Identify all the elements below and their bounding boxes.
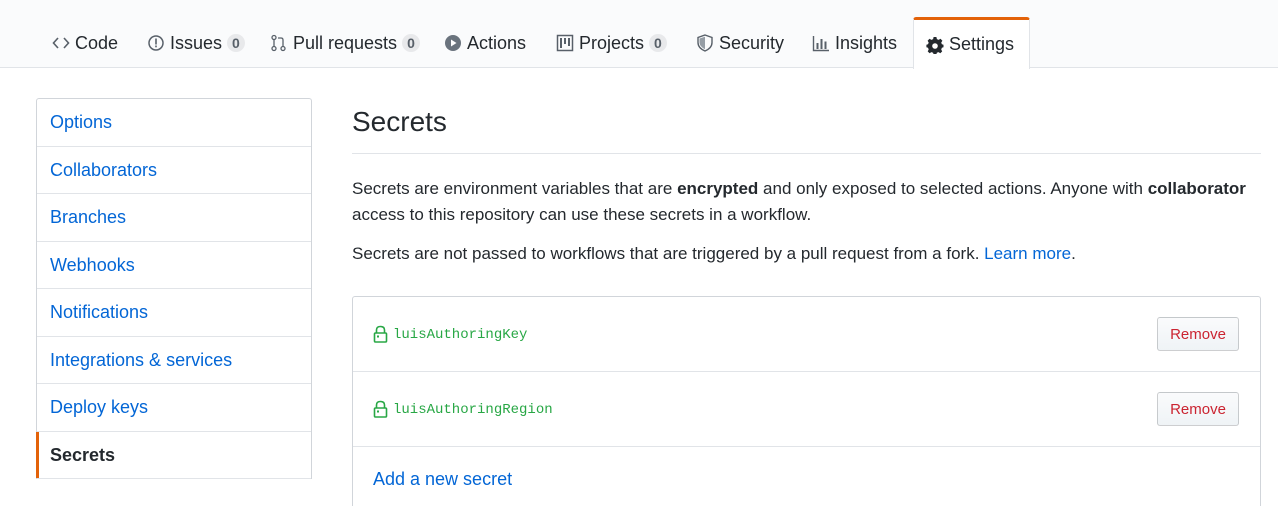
tab-insights[interactable]: Insights <box>800 18 911 68</box>
sidebar-item-notifications[interactable]: Notifications <box>37 289 311 337</box>
tab-label: Issues <box>170 32 223 53</box>
tab-pull-requests[interactable]: Pull requests 0 <box>258 18 434 68</box>
lock-icon <box>373 400 388 418</box>
graph-icon <box>812 34 830 52</box>
secret-row: luisAuthoringKey Remove <box>353 297 1260 372</box>
tab-label: Security <box>719 32 785 53</box>
remove-secret-button[interactable]: Remove <box>1157 317 1239 351</box>
fork-note-period: . <box>1071 244 1076 263</box>
secrets-description: Secrets are environment variables that a… <box>352 176 1264 228</box>
tab-issues[interactable]: Issues 0 <box>135 18 259 68</box>
sidebar-item-deploy-keys[interactable]: Deploy keys <box>37 384 311 432</box>
gear-icon <box>926 36 944 54</box>
secret-name: luisAuthoringKey <box>393 327 528 343</box>
pull-request-icon <box>270 34 288 52</box>
projects-counter: 0 <box>649 34 667 52</box>
page-title: Secrets <box>352 98 1261 154</box>
shield-icon <box>696 34 714 52</box>
lock-icon <box>373 325 388 343</box>
sidebar-item-branches[interactable]: Branches <box>37 194 311 242</box>
code-icon <box>52 34 70 52</box>
sidebar-item-secrets[interactable]: Secrets <box>36 431 311 479</box>
secrets-panel: Secrets Secrets are environment variable… <box>352 98 1264 506</box>
secrets-list: luisAuthoringKey Remove luisAuthoringReg… <box>352 296 1261 506</box>
remove-secret-button[interactable]: Remove <box>1157 392 1239 426</box>
description-text: access to this repository can use these … <box>352 205 812 224</box>
sidebar-item-options[interactable]: Options <box>37 99 311 147</box>
fork-note-text: Secrets are not passed to workflows that… <box>352 244 985 263</box>
sidebar-item-integrations[interactable]: Integrations & services <box>37 337 311 384</box>
description-text: Secrets are environment variables that a… <box>352 179 678 198</box>
settings-sidebar: Options Collaborators Branches Webhooks … <box>36 98 312 479</box>
tab-label: Insights <box>835 32 898 53</box>
tab-actions[interactable]: Actions <box>432 18 540 68</box>
tab-label: Actions <box>467 32 527 53</box>
description-bold-encrypted: encrypted <box>677 179 759 198</box>
secret-row: luisAuthoringRegion Remove <box>353 372 1260 447</box>
sidebar-item-collaborators[interactable]: Collaborators <box>37 147 311 194</box>
secret-name: luisAuthoringRegion <box>393 402 553 418</box>
play-icon <box>444 34 462 52</box>
tab-label: Pull requests <box>293 32 398 53</box>
tab-settings[interactable]: Settings <box>913 17 1030 69</box>
pull-requests-counter: 0 <box>402 34 420 52</box>
fork-note: Secrets are not passed to workflows that… <box>352 241 1261 267</box>
project-icon <box>556 34 574 52</box>
tab-security[interactable]: Security <box>684 18 798 68</box>
tab-projects[interactable]: Projects 0 <box>544 18 681 68</box>
description-bold-collaborator: collaborator <box>1147 179 1246 198</box>
tab-label: Code <box>75 32 119 53</box>
tab-label: Projects <box>579 32 645 53</box>
repo-nav: Code Issues 0 Pull requests 0 Actions Pr… <box>0 0 1278 69</box>
issue-icon <box>147 34 165 52</box>
add-secret-link[interactable]: Add a new secret <box>373 469 512 490</box>
learn-more-link[interactable]: Learn more <box>984 244 1071 263</box>
description-text: and only exposed to selected actions. An… <box>758 179 1148 198</box>
tab-label: Settings <box>949 34 1015 54</box>
sidebar-item-webhooks[interactable]: Webhooks <box>37 242 311 289</box>
issues-counter: 0 <box>227 34 245 52</box>
tab-code[interactable]: Code <box>40 18 132 68</box>
